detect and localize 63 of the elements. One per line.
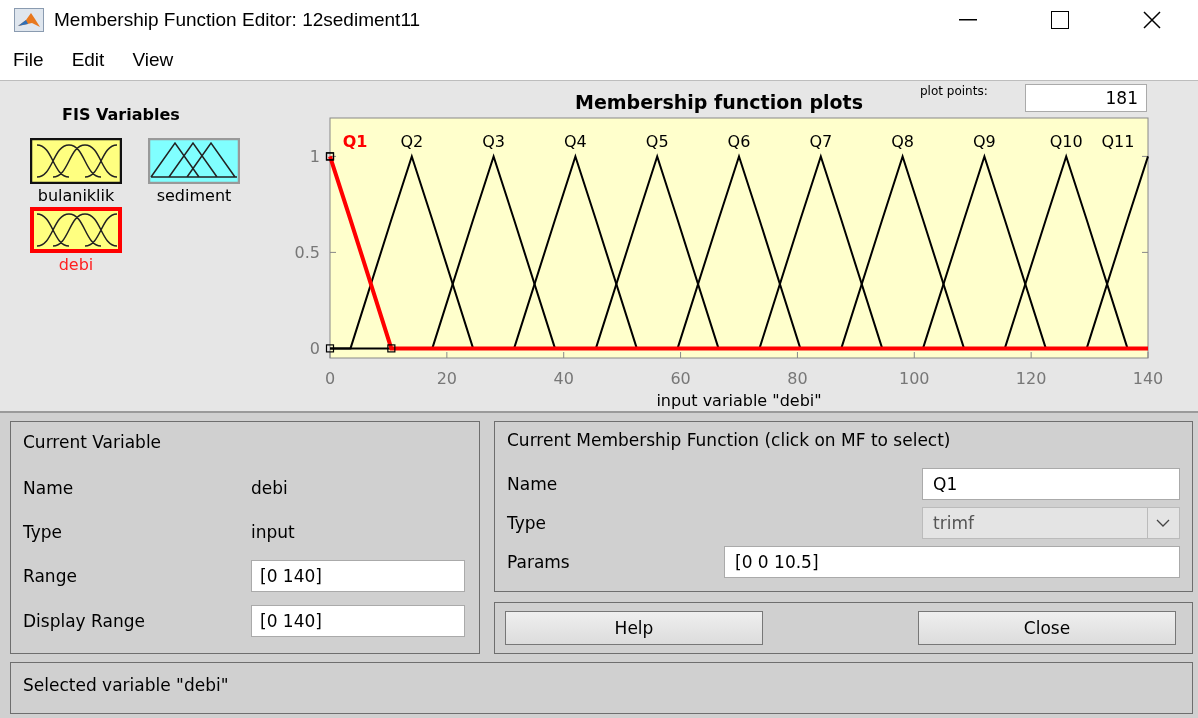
name-field[interactable]: Q1 — [922, 467, 1180, 500]
mf-label[interactable]: Q7 — [809, 132, 833, 152]
section-title: FIS Variables — [62, 105, 180, 124]
membership-curve[interactable] — [328, 155, 1148, 351]
display-range-field[interactable]: [0 140] — [251, 604, 465, 637]
x-tick-label: 140 — [1132, 369, 1164, 388]
panel-title: Current Variable — [23, 432, 163, 454]
mf-label[interactable]: Q10 — [1049, 132, 1083, 152]
output-variable-icon[interactable] — [148, 138, 240, 184]
x-tick-label: 60 — [670, 369, 691, 388]
x-tick-label: 40 — [553, 369, 574, 388]
type-dropdown[interactable]: trimf — [922, 506, 1180, 539]
status-message: Selected variable "debi" — [10, 662, 1193, 714]
range-field[interactable]: [0 140] — [251, 560, 465, 593]
maximize-icon[interactable] — [1051, 11, 1069, 29]
y-tick-label: 1 — [309, 147, 320, 167]
dialog-button[interactable]: Close — [918, 611, 1176, 645]
field-label: Params — [507, 551, 571, 572]
field-value: input — [251, 522, 295, 543]
variable-label[interactable]: sediment — [156, 186, 232, 205]
field-label: Range — [23, 566, 78, 587]
x-tick-label: 120 — [1015, 369, 1047, 388]
mf-label[interactable]: Q1 — [342, 132, 368, 152]
x-tick-label: 100 — [899, 369, 930, 388]
panel-title: Current Membership Function (click on MF to select) — [507, 430, 952, 452]
membership-curve[interactable] — [329, 153, 475, 350]
app-icon — [14, 8, 44, 32]
field-label: plot points: — [920, 84, 988, 98]
mf-label[interactable]: Q8 — [891, 132, 914, 152]
mf-label[interactable]: Q5 — [645, 132, 669, 152]
mf-label[interactable]: Q4 — [564, 132, 587, 152]
field-label: Type — [23, 522, 64, 543]
mf-label[interactable]: Q3 — [482, 132, 505, 152]
field-label: Display Range — [23, 610, 146, 631]
variable-label[interactable]: bulaniklik — [37, 186, 115, 205]
y-tick-label: 0.5 — [294, 243, 320, 263]
window-title: Membership Function Editor: 12sediment11 — [54, 9, 421, 31]
field-value: debi — [251, 477, 288, 498]
x-tick-label: 0 — [324, 369, 336, 388]
params-field[interactable]: [0 0 10.5] — [724, 545, 1180, 578]
input-variable-icon[interactable] — [30, 207, 122, 253]
close-icon[interactable] — [1143, 11, 1161, 29]
mf-label[interactable]: Q2 — [400, 132, 424, 152]
mf-label[interactable]: Q6 — [727, 132, 751, 152]
dialog-button[interactable]: Help — [505, 611, 763, 645]
menu-item[interactable]: Edit — [61, 49, 115, 71]
x-axis-label: input variable "debi" — [656, 391, 822, 410]
field-label: Name — [507, 473, 559, 494]
minimize-icon[interactable] — [959, 19, 977, 21]
y-tick-label: 0 — [309, 339, 320, 359]
plot-title: Membership function plots — [575, 91, 863, 113]
field-label: Name — [23, 477, 75, 498]
x-tick-label: 20 — [436, 369, 458, 388]
plot-area[interactable] — [329, 117, 1149, 359]
field-label: Type — [507, 512, 548, 533]
x-tick-label: 80 — [787, 369, 808, 388]
mf-label[interactable]: Q11 — [1101, 132, 1135, 152]
plot-points-field[interactable]: 181 — [1025, 84, 1147, 112]
vertex-markers[interactable] — [325, 152, 396, 353]
input-variable-icon[interactable] — [30, 138, 122, 184]
menu-item[interactable]: File — [3, 49, 54, 71]
mf-label[interactable]: Q9 — [973, 132, 996, 152]
menu-item[interactable]: View — [122, 49, 184, 71]
